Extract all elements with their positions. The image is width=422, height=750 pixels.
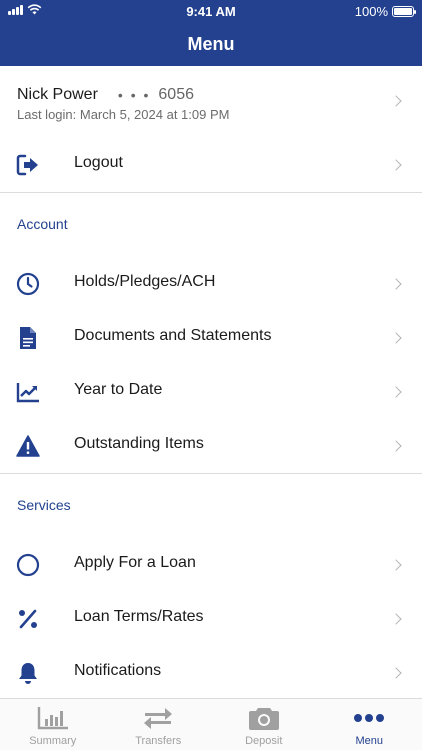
account-number: 6056 — [158, 86, 194, 103]
menu-item-label: Loan Terms/Rates — [74, 608, 204, 625]
logout-icon — [16, 153, 40, 177]
tab-summary[interactable]: Summary — [0, 699, 106, 750]
chevron-right-icon — [390, 278, 402, 290]
chevron-right-icon — [390, 559, 402, 571]
logout-row[interactable]: Logout — [0, 138, 422, 192]
section-title-services: Services — [17, 497, 71, 513]
tab-deposit[interactable]: Deposit — [211, 699, 317, 750]
tab-label: Menu — [355, 735, 384, 747]
status-right: 100% — [354, 4, 416, 19]
warning-icon — [16, 434, 40, 458]
menu-item-holds[interactable]: Holds/Pledges/ACH — [0, 257, 422, 311]
status-bar: 9:41 AM 100% — [0, 0, 422, 24]
menu-item-apply-loan[interactable]: Apply For a Loan — [0, 538, 422, 592]
tab-label: Transfers — [135, 735, 182, 747]
battery-icon — [392, 6, 416, 17]
tab-label: Summary — [29, 735, 77, 747]
menu-item-loan-rates[interactable]: Loan Terms/Rates — [0, 592, 422, 646]
percent-icon — [16, 607, 40, 631]
menu-item-year-to-date[interactable]: Year to Date — [0, 365, 422, 419]
bell-icon — [16, 661, 40, 685]
circle-icon — [16, 553, 40, 577]
menu-item-label: Documents and Statements — [74, 327, 272, 344]
clock-icon — [16, 272, 40, 296]
menu-item-documents[interactable]: Documents and Statements — [0, 311, 422, 365]
menu-list[interactable]: Nick Power • • • 6056 Last login: March … — [0, 66, 422, 698]
chevron-right-icon — [390, 386, 402, 398]
menu-item-label: Outstanding Items — [74, 435, 204, 452]
user-name: Nick Power — [17, 86, 98, 103]
battery-percent: 100% — [354, 4, 388, 19]
tab-transfers[interactable]: Transfers — [106, 699, 212, 750]
transfer-arrows-icon — [142, 705, 174, 731]
tab-label: Deposit — [245, 735, 283, 747]
page-title: Menu — [187, 34, 235, 54]
account-mask: • • • — [117, 87, 151, 103]
menu-item-outstanding[interactable]: Outstanding Items — [0, 419, 422, 473]
section-title-account: Account — [17, 216, 68, 232]
user-account-row[interactable]: Nick Power • • • 6056 Last login: March … — [0, 66, 422, 138]
camera-icon — [248, 705, 280, 731]
last-login: Last login: March 5, 2024 at 1:09 PM — [17, 107, 230, 122]
document-icon — [16, 326, 40, 350]
bar-chart-icon — [37, 705, 69, 731]
more-dots-icon — [353, 705, 385, 731]
chevron-right-icon — [390, 667, 402, 679]
chart-trend-icon — [16, 380, 40, 404]
menu-item-label: Holds/Pledges/ACH — [74, 273, 216, 290]
menu-item-notifications[interactable]: Notifications — [0, 646, 422, 698]
user-info: Nick Power • • • 6056 — [17, 86, 194, 104]
menu-item-label: Notifications — [74, 662, 162, 679]
menu-item-label: Year to Date — [74, 381, 163, 398]
chevron-right-icon — [390, 440, 402, 452]
logout-label: Logout — [74, 154, 123, 171]
tab-bar: Summary Transfers Deposit Menu — [0, 698, 422, 750]
divider — [0, 473, 422, 474]
menu-item-label: Apply For a Loan — [74, 554, 196, 571]
top-bar: 9:41 AM 100% Menu — [0, 0, 422, 66]
chevron-right-icon — [390, 332, 402, 344]
tab-menu[interactable]: Menu — [317, 699, 422, 750]
chevron-right-icon — [390, 95, 402, 107]
chevron-right-icon — [390, 613, 402, 625]
chevron-right-icon — [390, 159, 402, 171]
divider — [0, 192, 422, 193]
